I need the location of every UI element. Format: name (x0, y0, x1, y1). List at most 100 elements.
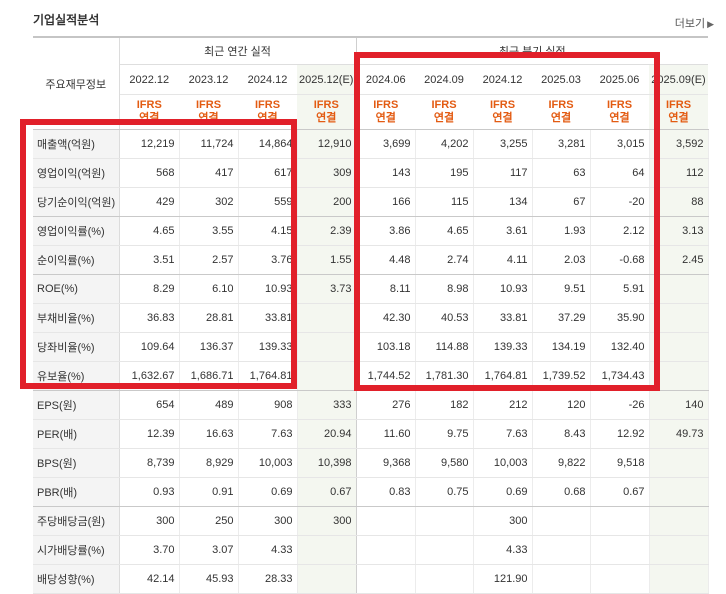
row-label: ROE(%) (33, 274, 120, 304)
cell-value: 3,281 (532, 129, 591, 159)
period-header: 2025.09(E) (649, 64, 708, 95)
more-link[interactable]: 더보기 ▶ (675, 15, 714, 31)
cell-value (532, 506, 591, 536)
cell-value: 568 (119, 158, 180, 188)
cell-value: 11.60 (356, 419, 416, 449)
cell-value: 429 (119, 187, 180, 217)
table-row: 배당성향(%) 42.14 45.93 28.33 121.90 (33, 564, 709, 594)
cell-value: 9,518 (590, 448, 650, 478)
basis-header: IFRS 연결 (649, 94, 708, 130)
cell-value: 121.90 (473, 564, 533, 594)
table-row: PBR(배) 0.93 0.91 0.69 0.67 0.83 0.75 0.69 0.68 0.… (33, 477, 709, 507)
cell-value (649, 506, 709, 536)
cell-value: 0.69 (238, 477, 298, 507)
cell-value: 33.81 (473, 303, 533, 333)
cell-value: 11,724 (179, 129, 239, 159)
cell-value: 182 (415, 390, 474, 420)
cell-value: 35.90 (590, 303, 650, 333)
cell-value (415, 535, 474, 565)
cell-value: 3.55 (179, 216, 239, 246)
cell-value: 9.51 (532, 274, 591, 304)
section-title: 기업실적분석 (33, 13, 100, 27)
cell-value: 1,764.81 (473, 361, 533, 391)
cell-value: 8.11 (356, 274, 416, 304)
cell-value: 67 (532, 187, 591, 217)
basis-top: IFRS (548, 99, 574, 111)
period-header: 2025.03 (532, 64, 590, 95)
basis-header: IFRS 연결 (119, 94, 179, 130)
cell-value: 654 (119, 390, 180, 420)
cell-value (649, 303, 709, 333)
cell-value: 489 (179, 390, 239, 420)
row-label: 영업이익(억원) (33, 158, 120, 188)
cell-value: 1.55 (297, 245, 357, 275)
cell-value (532, 535, 591, 565)
cell-value (590, 506, 650, 536)
table-row: 당좌비율(%) 109.64 136.37 139.33 103.18 114.88 139… (33, 332, 709, 362)
cell-value: 300 (119, 506, 180, 536)
cell-value: 132.40 (590, 332, 650, 362)
cell-value: 42.14 (119, 564, 180, 594)
cell-value: 5.91 (590, 274, 650, 304)
cell-value: 2.57 (179, 245, 239, 275)
cell-value: 28.81 (179, 303, 239, 333)
cell-value: 139.33 (473, 332, 533, 362)
cell-value: 12.92 (590, 419, 650, 449)
financial-table: 주요재무정보 최근 연간 실적 최근 분기 실적 2022.12 2023.12 2… (33, 36, 709, 594)
cell-value: 3,015 (590, 129, 650, 159)
basis-bottom: 연결 (668, 112, 689, 124)
row-label: 주당배당금(원) (33, 506, 120, 536)
cell-value: 250 (179, 506, 239, 536)
basis-bottom: 연결 (139, 112, 160, 124)
cell-value: 109.64 (119, 332, 180, 362)
table-row: BPS(원) 8,739 8,929 10,003 10,398 9,368 9,580 10… (33, 448, 709, 478)
cell-value (649, 274, 709, 304)
period-header: 2022.12 (119, 64, 179, 95)
row-label: 유보율(%) (33, 361, 120, 391)
cell-value: 3.61 (473, 216, 533, 246)
row-label: 순이익률(%) (33, 245, 120, 275)
cell-value: 36.83 (119, 303, 180, 333)
cell-value (356, 564, 416, 594)
row-label: BPS(원) (33, 448, 120, 478)
arrow-right-icon: ▶ (707, 19, 714, 29)
basis-top: IFRS (606, 99, 633, 111)
cell-value: 9,580 (415, 448, 474, 478)
cell-value: 143 (356, 158, 416, 188)
cell-value: 300 (297, 506, 357, 536)
cell-value: 3.51 (119, 245, 180, 275)
cell-value (415, 564, 474, 594)
cell-value: 10,003 (473, 448, 533, 478)
basis-header: IFRS 연결 (590, 94, 649, 130)
cell-value: 0.75 (415, 477, 474, 507)
period-header: 2025.12(E) (297, 64, 357, 95)
cell-value: 88 (649, 187, 709, 217)
row-label: 시가배당률(%) (33, 535, 120, 565)
cell-value: 45.93 (179, 564, 239, 594)
cell-value: 0.68 (532, 477, 591, 507)
basis-bottom: 연결 (375, 112, 396, 124)
table-row: PER(배) 12.39 16.63 7.63 20.94 11.60 9.75 7.63 8.… (33, 419, 709, 449)
cell-value: 9.75 (415, 419, 474, 449)
cell-value: 4.65 (415, 216, 474, 246)
cell-value: 4.48 (356, 245, 416, 275)
table-row: 유보율(%) 1,632.67 1,686.71 1,764.81 1,744.52 1,… (33, 361, 709, 391)
cell-value: 49.73 (649, 419, 709, 449)
cell-value: 1,734.43 (590, 361, 650, 391)
basis-top: IFRS (136, 99, 162, 111)
cell-value: 417 (179, 158, 239, 188)
basis-bottom: 연결 (198, 112, 219, 124)
table-row: 당기순이익(억원) 429 302 559 200 166 115 134 67 -20 88 (33, 187, 709, 217)
cell-value: 3.13 (649, 216, 709, 246)
cell-value: 302 (179, 187, 239, 217)
cell-value (297, 332, 357, 362)
cell-value: 3.73 (297, 274, 357, 304)
cell-value: 617 (238, 158, 298, 188)
cell-value: 134 (473, 187, 533, 217)
cell-value: 139.33 (238, 332, 298, 362)
cell-value: 120 (532, 390, 591, 420)
cell-value: 42.30 (356, 303, 416, 333)
cell-value (297, 564, 357, 594)
cell-value (356, 535, 416, 565)
cell-value: 117 (473, 158, 533, 188)
